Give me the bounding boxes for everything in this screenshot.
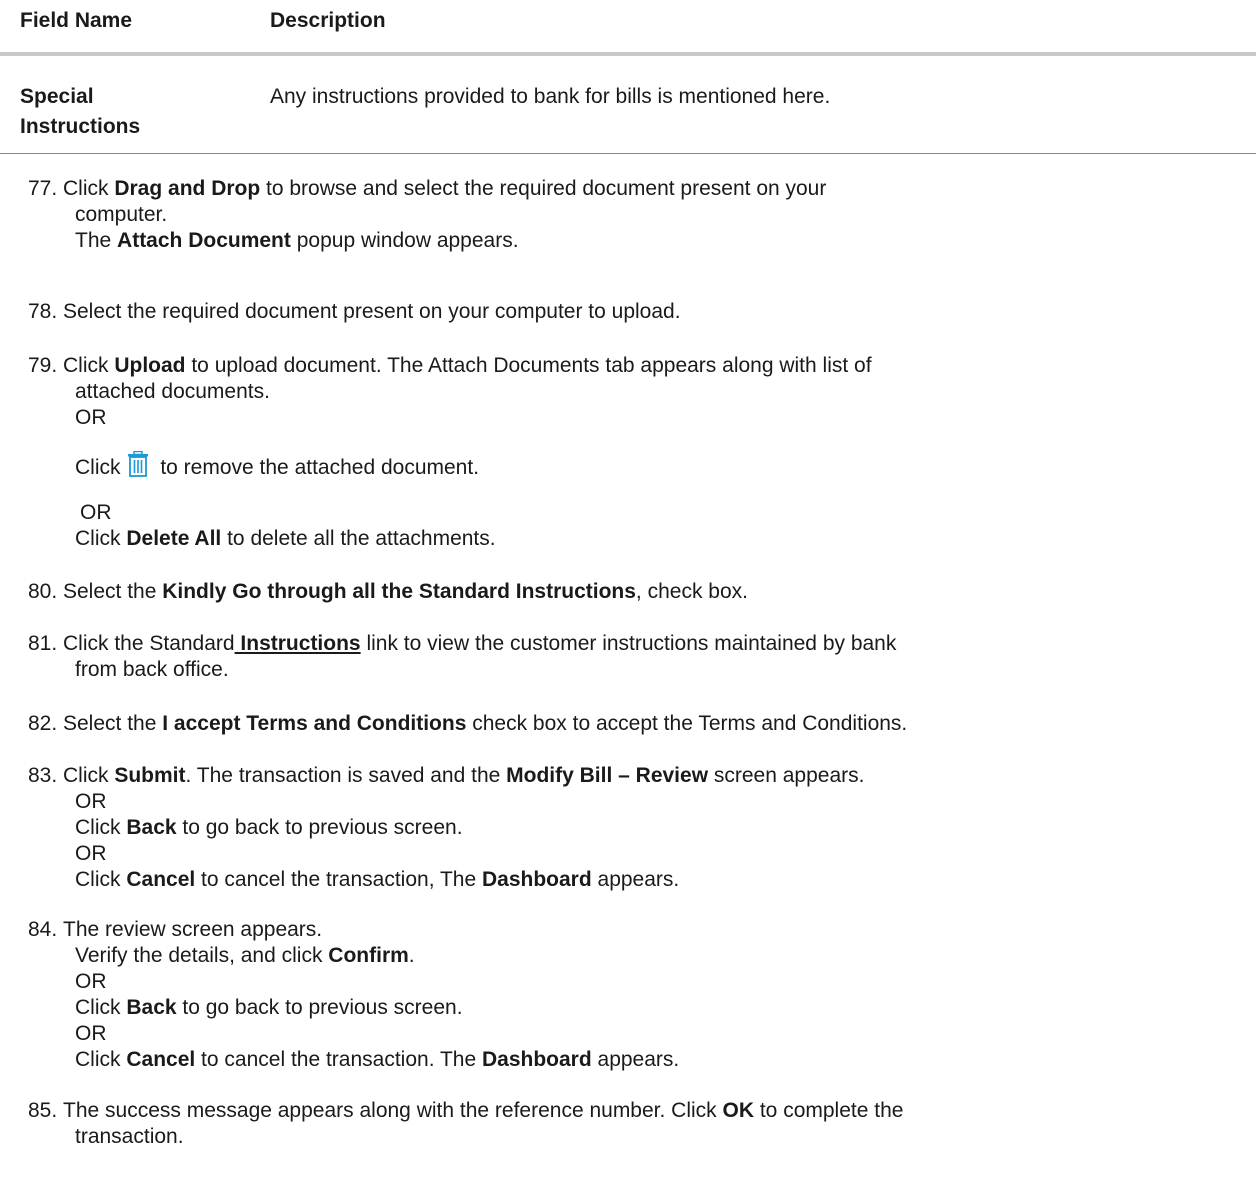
step-number: 80. bbox=[28, 580, 58, 603]
step-number: 84. bbox=[28, 918, 58, 941]
attach-document-label: Attach Document bbox=[117, 229, 291, 252]
step-84: 84. The review screen appears. Verify th… bbox=[28, 917, 1238, 1073]
trash-icon bbox=[127, 450, 149, 484]
step-85: 85. The success message appears along wi… bbox=[28, 1099, 904, 1148]
back-label: Back bbox=[126, 816, 177, 839]
terms-checkbox-label: I accept Terms and Conditions bbox=[162, 712, 467, 735]
or-text: OR bbox=[75, 406, 107, 429]
drag-and-drop-label: Drag and Drop bbox=[114, 177, 261, 200]
dashboard-label: Dashboard bbox=[482, 868, 592, 891]
step-77: 77. Click Drag and Drop to browse and se… bbox=[28, 177, 827, 252]
row-field-special-instructions: Special Instructions bbox=[20, 82, 250, 142]
step-number: 85. bbox=[28, 1099, 58, 1122]
upload-label: Upload bbox=[114, 354, 186, 377]
table-bottom-divider bbox=[0, 153, 1256, 154]
cancel-label: Cancel bbox=[126, 1048, 196, 1071]
cancel-label: Cancel bbox=[126, 868, 196, 891]
step-83: 83. Click Submit. The transaction is sav… bbox=[28, 763, 1238, 893]
dashboard-label: Dashboard bbox=[482, 1048, 592, 1071]
row-description: Any instructions provided to bank for bi… bbox=[270, 85, 831, 108]
modify-bill-review-label: Modify Bill – Review bbox=[506, 764, 709, 787]
step-number: 78. bbox=[28, 300, 58, 323]
step-number: 82. bbox=[28, 712, 58, 735]
row-field-line2: Instructions bbox=[20, 115, 141, 138]
step-number: 79. bbox=[28, 354, 58, 377]
or-text: OR bbox=[80, 501, 112, 524]
step-82: 82. Select the I accept Terms and Condit… bbox=[28, 712, 908, 735]
submit-label: Submit bbox=[114, 764, 186, 787]
step-number: 83. bbox=[28, 764, 58, 787]
back-label: Back bbox=[126, 996, 177, 1019]
header-divider bbox=[0, 52, 1256, 56]
step-number: 77. bbox=[28, 177, 58, 200]
header-description: Description bbox=[270, 9, 386, 32]
step-79: 79. Click Upload to upload document. The… bbox=[28, 353, 1238, 552]
row-field-line1: Special bbox=[20, 85, 94, 108]
table-header: Field Name Description bbox=[0, 0, 1256, 44]
delete-all-label: Delete All bbox=[126, 527, 222, 550]
step-80: 80. Select the Kindly Go through all the… bbox=[28, 580, 748, 603]
step-number: 81. bbox=[28, 632, 58, 655]
header-field-name: Field Name bbox=[20, 9, 133, 32]
instructions-link[interactable]: Instructions bbox=[235, 632, 360, 655]
or-text: OR bbox=[75, 790, 107, 813]
step-78: 78. Select the required document present… bbox=[28, 300, 681, 323]
or-text: OR bbox=[75, 842, 107, 865]
step-81: 81. Click the Standard Instructions link… bbox=[28, 632, 897, 681]
confirm-label: Confirm bbox=[328, 944, 409, 967]
or-text: OR bbox=[75, 1022, 107, 1045]
or-text: OR bbox=[75, 970, 107, 993]
standard-instructions-checkbox-label: Kindly Go through all the Standard Instr… bbox=[162, 580, 636, 603]
ok-label: OK bbox=[722, 1099, 755, 1122]
